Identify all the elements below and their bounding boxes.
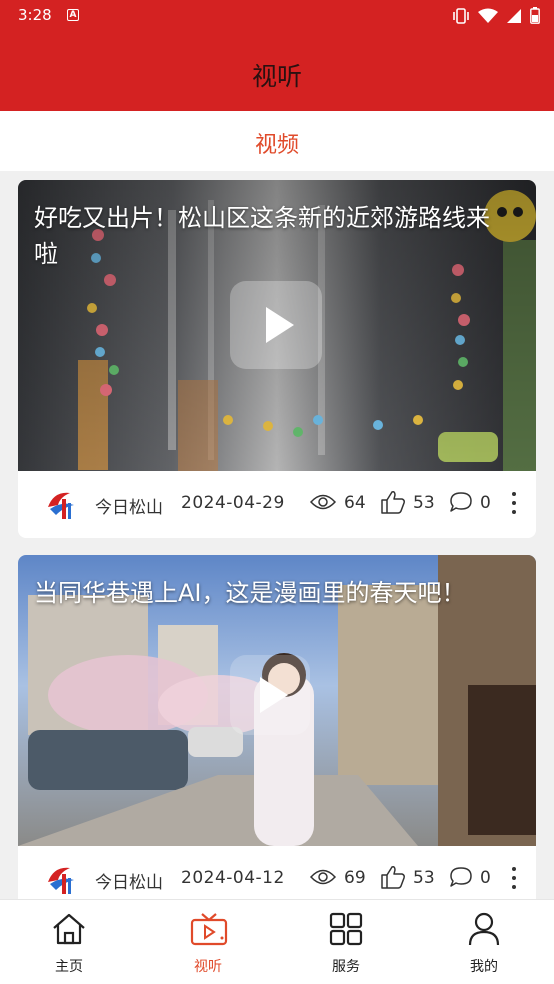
video-title: 好吃又出片！松山区这条新的近郊游路线来啦 [34,204,490,268]
like-count: 53 [413,868,435,888]
nav-label: 我的 [470,959,498,975]
nav-item-services[interactable]: 服务 [277,900,415,984]
status-time: 3:28 [18,6,52,24]
play-button[interactable] [230,281,322,369]
vibrate-icon [453,7,469,24]
bottom-nav: 主页 视听 服务 我的 [0,899,554,984]
tab-video[interactable]: 视频 [0,127,554,159]
video-title: 当同华巷遇上AI，这是漫画里的春天吧！ [34,579,466,607]
a-icon: A [67,9,79,21]
page-title: 视听 [251,62,302,91]
source-logo [43,486,79,522]
source-logo [43,861,79,897]
video-card[interactable]: 好吃又出片！松山区这条新的近郊游路线来啦 今日松山 2024-04-29 64 … [18,180,536,538]
more-options-icon[interactable] [511,492,517,516]
thumbs-up-icon[interactable] [380,865,406,889]
view-count: 64 [344,493,366,513]
eye-icon [310,869,336,885]
status-bar: 3:28 A [0,0,554,32]
play-button[interactable] [230,655,310,735]
app-bar: 视听 [0,32,554,111]
nav-label: 服务 [332,959,360,975]
comment-count: 0 [480,493,491,513]
video-meta: 今日松山 2024-04-29 64 53 0 [18,471,536,538]
person-icon [468,912,500,946]
like-count: 53 [413,493,435,513]
video-card[interactable]: 当同华巷遇上AI，这是漫画里的春天吧！ 今日松山 2024-04-12 69 5… [18,555,536,913]
wifi-icon [478,8,498,23]
video-source: 今日松山 [95,498,163,518]
video-date: 2024-04-12 [181,868,285,888]
view-count: 69 [344,868,366,888]
video-date: 2024-04-29 [181,493,285,513]
grid-icon [329,912,363,946]
eye-icon [310,494,336,510]
comment-icon[interactable] [449,866,473,888]
video-thumbnail[interactable]: 当同华巷遇上AI，这是漫画里的春天吧！ [18,555,536,846]
nav-item-home[interactable]: 主页 [0,900,138,984]
nav-item-av[interactable]: 视听 [139,900,277,984]
signal-icon [507,8,521,23]
comment-count: 0 [480,868,491,888]
comment-icon[interactable] [449,491,473,513]
more-options-icon[interactable] [511,867,517,891]
tv-icon [190,913,228,946]
video-source: 今日松山 [95,873,163,893]
battery-icon [530,7,540,24]
status-icons [452,7,540,24]
play-icon [260,677,288,713]
video-thumbnail[interactable]: 好吃又出片！松山区这条新的近郊游路线来啦 [18,180,536,471]
nav-label: 视听 [194,959,222,975]
thumbs-up-icon[interactable] [380,490,406,514]
nav-label: 主页 [55,959,83,975]
home-icon [53,913,85,945]
tab-strip: 视频 [0,111,554,171]
play-icon [266,307,294,343]
nav-item-profile[interactable]: 我的 [415,900,553,984]
